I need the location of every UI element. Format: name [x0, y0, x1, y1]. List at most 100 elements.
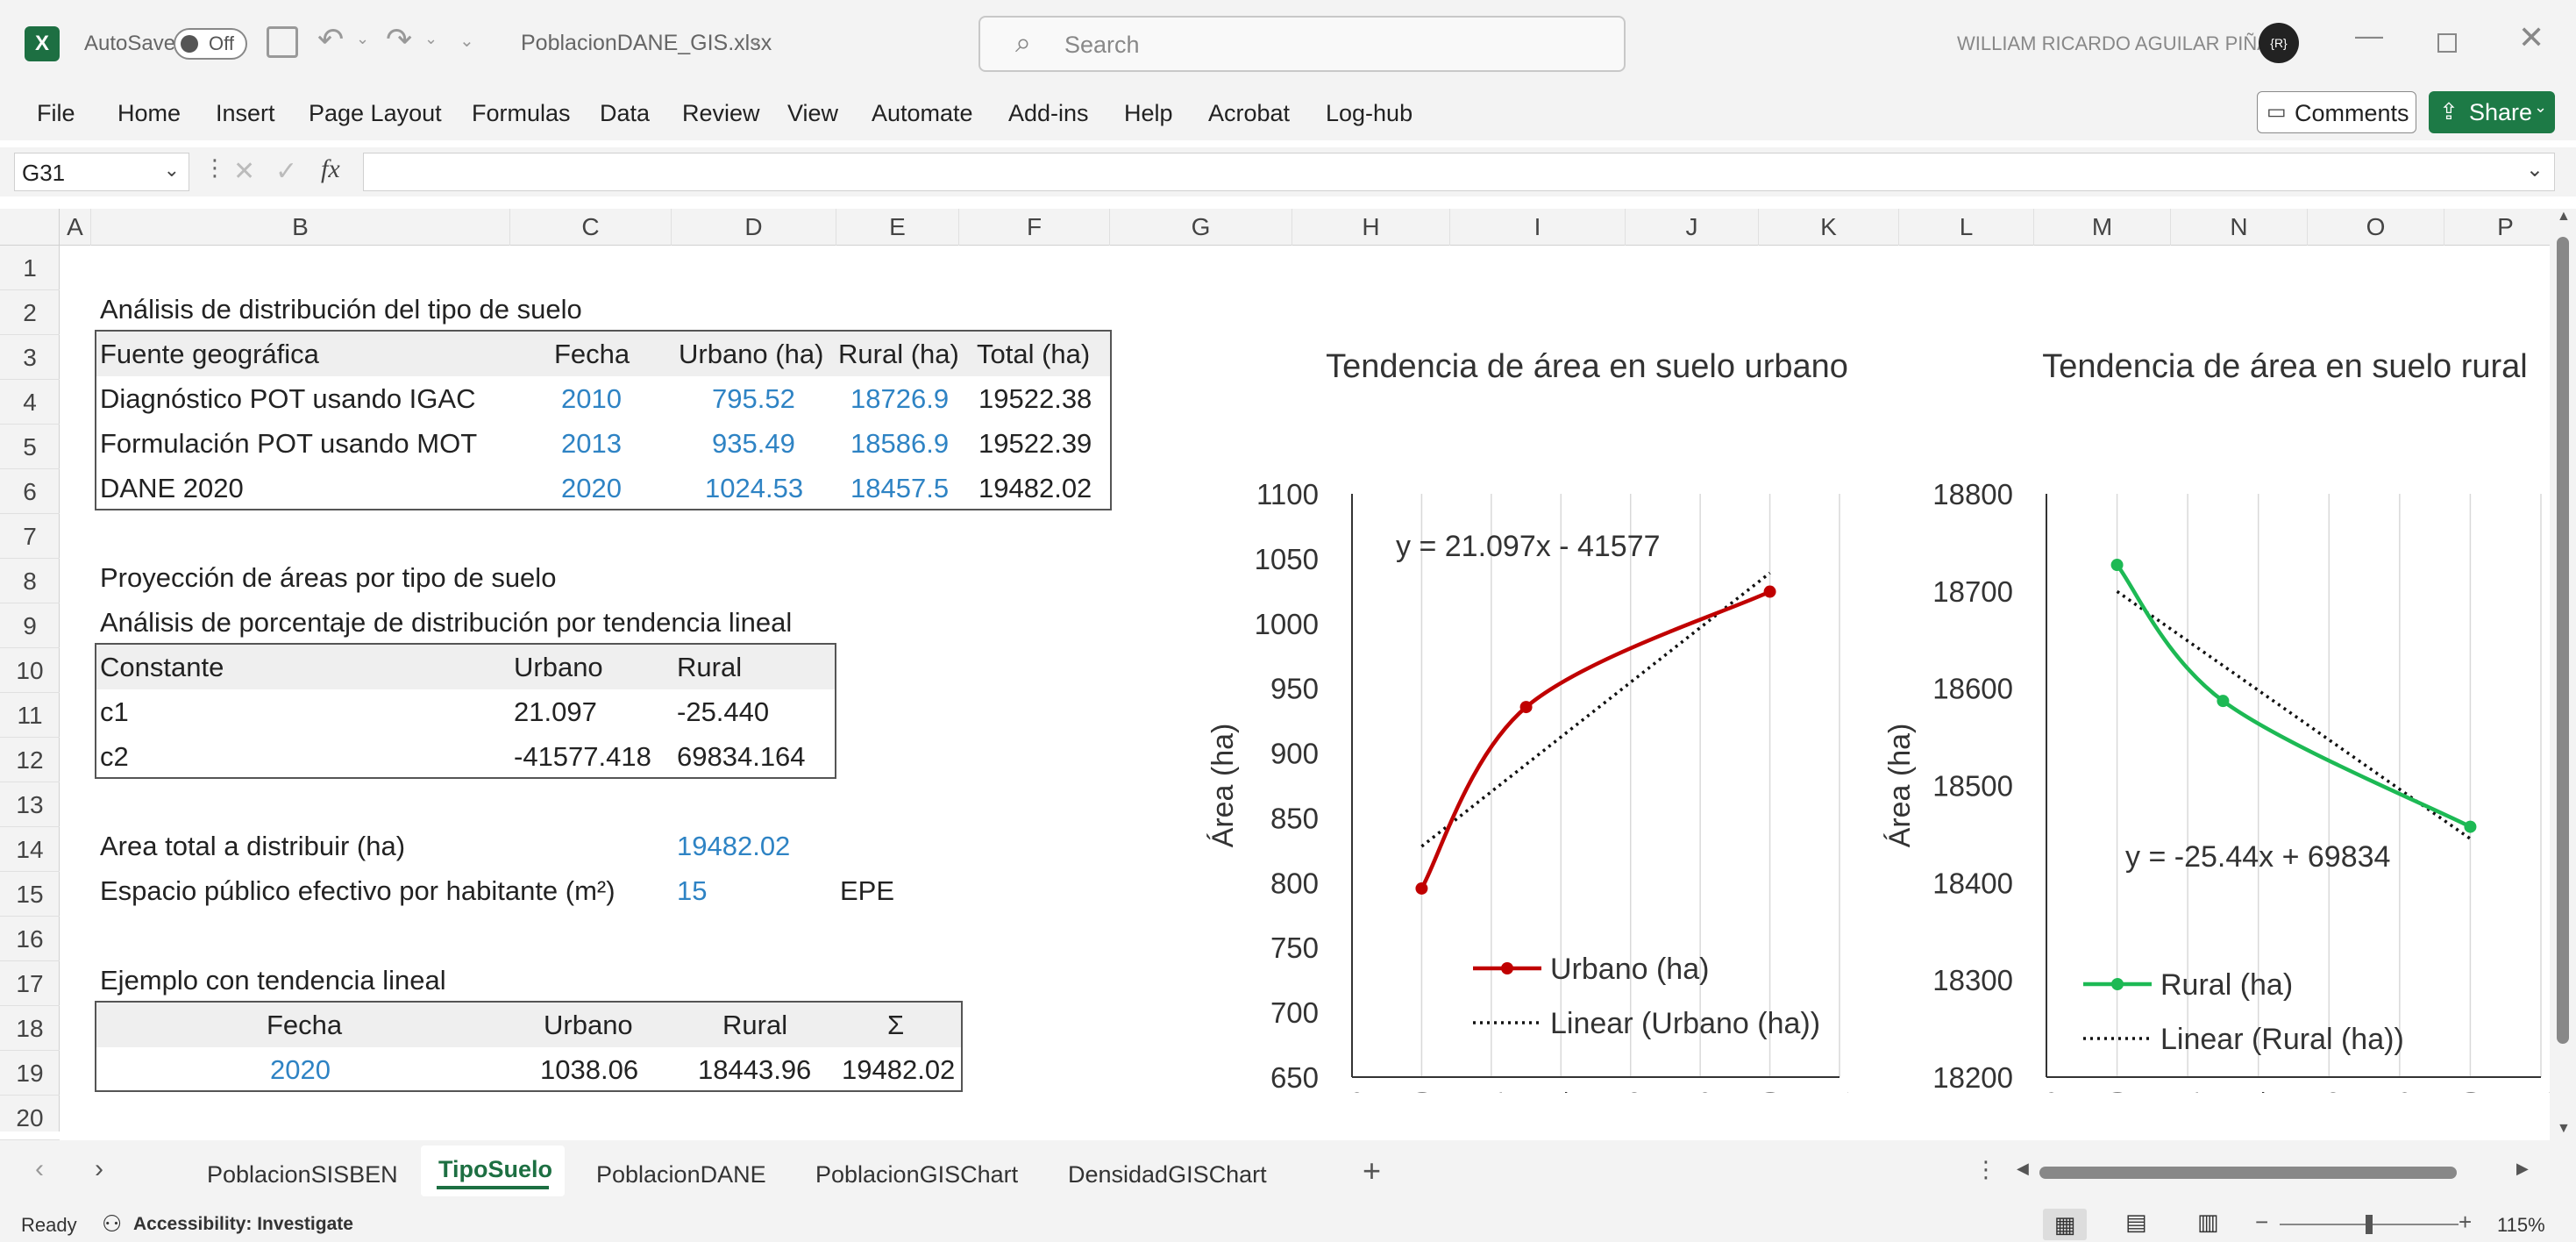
row-header[interactable]: 15	[0, 872, 60, 917]
area-total-value[interactable]: 19482.02	[677, 824, 790, 868]
table-header[interactable]: Fuente geográfica	[100, 332, 319, 376]
accessibility-status[interactable]: Accessibility: Investigate	[133, 1214, 353, 1235]
table-cell[interactable]: 2020	[270, 1047, 331, 1092]
redo-icon[interactable]: ↷	[386, 21, 412, 58]
epe-abbreviation[interactable]: EPE	[840, 868, 894, 913]
row-header[interactable]: 16	[0, 917, 60, 961]
table-header[interactable]: Rural	[677, 645, 742, 689]
menu-insert[interactable]: Insert	[216, 100, 275, 127]
search-box[interactable]: ⌕ Search	[978, 16, 1626, 72]
table-cell[interactable]: c2	[100, 734, 129, 779]
table-cell[interactable]: -25.440	[677, 689, 769, 734]
table-header[interactable]: Σ	[887, 1003, 904, 1047]
column-header[interactable]: O	[2308, 209, 2444, 246]
row-header[interactable]: 8	[0, 559, 60, 603]
column-header[interactable]: G	[1110, 209, 1292, 246]
tab-poblacion-dane[interactable]: PoblacionDANE	[596, 1161, 766, 1188]
page-break-view-icon[interactable]: ▥	[2197, 1209, 2219, 1236]
menu-formulas[interactable]: Formulas	[472, 100, 571, 127]
table-header[interactable]: Urbano (ha)	[679, 332, 823, 376]
area-total-label[interactable]: Area total a distribuir (ha)	[100, 824, 405, 868]
rural-trend-chart[interactable]: Tendencia de área en suelo rural 18200 183…	[1839, 330, 2550, 1093]
table-header[interactable]: Rural	[722, 1003, 787, 1047]
menu-review[interactable]: Review	[682, 100, 760, 127]
customize-toolbar-icon[interactable]: ⌄	[459, 30, 474, 52]
table-cell[interactable]: 1024.53	[705, 466, 803, 510]
table-cell[interactable]: 18586.9	[850, 421, 949, 466]
scroll-tabs-right-icon[interactable]: ›	[95, 1154, 103, 1184]
row-header[interactable]: 4	[0, 380, 60, 425]
table-cell[interactable]: Formulación POT usando MOT	[100, 421, 477, 466]
row-header[interactable]: 6	[0, 469, 60, 514]
accessibility-icon[interactable]: ⚇	[102, 1210, 122, 1238]
hscroll-left-icon[interactable]: ◀	[2017, 1160, 2029, 1178]
row-header[interactable]: 18	[0, 1006, 60, 1051]
save-icon[interactable]	[267, 26, 298, 58]
column-header[interactable]: H	[1292, 209, 1450, 246]
insert-function-icon[interactable]: fx	[321, 154, 340, 184]
row-header[interactable]: 7	[0, 514, 60, 559]
tab-densidad-gis-chart[interactable]: DensidadGISChart	[1068, 1161, 1267, 1188]
table-cell[interactable]: DANE 2020	[100, 466, 244, 510]
vertical-scroll-thumb[interactable]	[2557, 237, 2569, 1044]
row-header[interactable]: 1	[0, 246, 60, 290]
table-cell[interactable]: Diagnóstico POT usando IGAC	[100, 376, 475, 421]
table-cell[interactable]: 19522.39	[978, 421, 1092, 466]
table-cell[interactable]: 795.52	[712, 376, 795, 421]
menu-view[interactable]: View	[787, 100, 838, 127]
row-header[interactable]: 17	[0, 961, 60, 1006]
table-header[interactable]: Rural (ha)	[838, 332, 959, 376]
column-header[interactable]: C	[510, 209, 672, 246]
close-icon[interactable]: ✕	[2518, 19, 2544, 56]
menu-page-layout[interactable]: Page Layout	[309, 100, 442, 127]
row-header[interactable]: 20	[0, 1096, 60, 1140]
normal-view-icon[interactable]: ▦	[2043, 1209, 2087, 1240]
table-header[interactable]: Fecha	[267, 1003, 342, 1047]
avatar[interactable]: {R}	[2259, 23, 2299, 63]
row-header[interactable]: 12	[0, 738, 60, 782]
tab-tipo-suelo[interactable]: TipoSuelo	[421, 1146, 565, 1196]
section-title[interactable]: Ejemplo con tendencia lineal	[100, 958, 446, 1003]
column-header[interactable]: K	[1759, 209, 1899, 246]
confirm-entry-icon[interactable]: ✓	[275, 156, 297, 187]
table-cell[interactable]: c1	[100, 689, 129, 734]
table-cell[interactable]: 935.49	[712, 421, 795, 466]
epe-value[interactable]: 15	[677, 868, 707, 913]
hscroll-right-icon[interactable]: ▶	[2516, 1160, 2529, 1178]
page-layout-view-icon[interactable]: ▤	[2125, 1209, 2147, 1236]
menu-log-hub[interactable]: Log-hub	[1326, 100, 1413, 127]
table-header[interactable]: Urbano	[544, 1003, 633, 1047]
column-header[interactable]: M	[2034, 209, 2171, 246]
table-header[interactable]: Constante	[100, 645, 224, 689]
section-subtitle[interactable]: Análisis de porcentaje de distribución p…	[100, 600, 792, 645]
zoom-in-icon[interactable]: +	[2459, 1209, 2472, 1236]
row-header[interactable]: 9	[0, 603, 60, 648]
select-all-corner[interactable]	[0, 209, 60, 246]
horizontal-scroll-thumb[interactable]	[2039, 1167, 2457, 1179]
undo-icon[interactable]: ↶	[317, 21, 344, 58]
section-title[interactable]: Proyección de áreas por tipo de suelo	[100, 555, 556, 600]
autosave-toggle[interactable]: Off	[174, 28, 247, 60]
table-cell[interactable]: 19522.38	[978, 376, 1092, 421]
table-cell[interactable]: 69834.164	[677, 734, 806, 779]
row-header[interactable]: 3	[0, 335, 60, 380]
table-cell[interactable]: 2013	[561, 421, 622, 466]
table-cell[interactable]: 19482.02	[842, 1047, 955, 1092]
row-header[interactable]: 5	[0, 425, 60, 469]
column-header[interactable]: J	[1626, 209, 1759, 246]
row-header[interactable]: 10	[0, 648, 60, 693]
more-options-icon[interactable]: ⋮	[203, 154, 226, 182]
table-cell[interactable]: 21.097	[514, 689, 597, 734]
row-header[interactable]: 14	[0, 827, 60, 872]
section-title[interactable]: Análisis de distribución del tipo de sue…	[100, 287, 582, 332]
table-cell[interactable]: 2010	[561, 376, 622, 421]
name-box[interactable]: G31 ⌄	[14, 153, 189, 191]
table-header[interactable]: Total (ha)	[977, 332, 1090, 376]
vertical-scrollbar[interactable]: ▲ ▼	[2550, 209, 2576, 1140]
table-cell[interactable]: 18457.5	[850, 466, 949, 510]
tab-poblacion-sisben[interactable]: PoblacionSISBEN	[207, 1161, 398, 1188]
menu-acrobat[interactable]: Acrobat	[1208, 100, 1290, 127]
minimize-icon[interactable]: —	[2355, 19, 2383, 52]
undo-dropdown-icon[interactable]: ⌄	[356, 30, 369, 48]
column-header[interactable]: D	[672, 209, 836, 246]
